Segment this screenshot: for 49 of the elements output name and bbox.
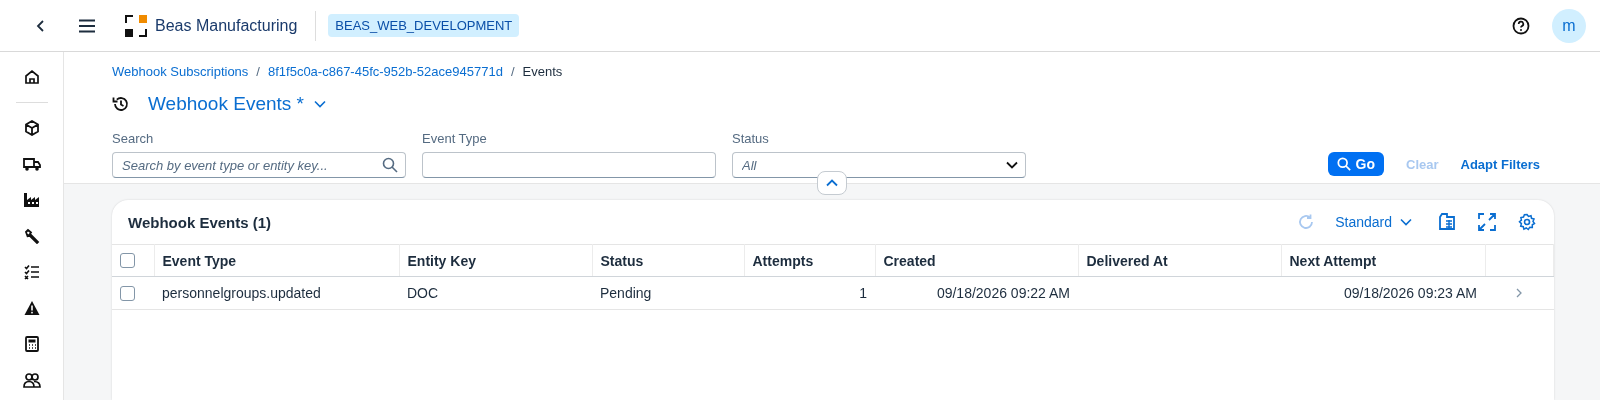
brand-name: Beas Manufacturing — [155, 16, 298, 35]
table-cell: Pending — [600, 285, 652, 301]
input-field[interactable] — [422, 152, 716, 178]
table-cell: 09/18/2026 09:22 AM — [936, 285, 1070, 301]
chevron-right-icon[interactable] — [1516, 288, 1523, 298]
filter-label: Search — [112, 131, 155, 146]
help-icon[interactable] — [1512, 16, 1530, 35]
breadcrumb-link[interactable]: Webhook Subscriptions — [112, 64, 249, 79]
breadcrumb-separator: / — [510, 64, 515, 79]
select-all-checkbox[interactable] — [120, 253, 135, 268]
history-icon[interactable] — [112, 95, 130, 113]
system-badge: BEAS_WEB_DEVELOPMENT — [328, 14, 520, 37]
breadcrumb-link[interactable]: 8f1f5c0a-c867-45fc-952b-52ace945771d — [267, 64, 503, 79]
variant-title-button[interactable]: Webhook Events * — [148, 93, 326, 115]
table-title: Webhook Events (1) — [128, 213, 272, 231]
search-icon[interactable] — [382, 157, 398, 173]
export-icon[interactable] — [1436, 211, 1458, 233]
table-cell: 1 — [859, 285, 867, 301]
settings-icon[interactable] — [1516, 211, 1538, 233]
menu-icon[interactable] — [78, 18, 96, 33]
caret-icon[interactable] — [1400, 218, 1412, 226]
chevron-up-icon[interactable] — [826, 179, 838, 187]
breadcrumb-separator: / — [256, 64, 260, 79]
column-header[interactable]: Next Attempt — [1281, 244, 1485, 277]
filter-label: Event Type — [422, 131, 488, 146]
table-cell: DOC — [407, 285, 439, 301]
variant-button[interactable]: Standard — [1335, 214, 1412, 230]
dropdown-caret-icon[interactable] — [1006, 161, 1018, 169]
filter-label: Status — [732, 131, 770, 146]
column-header[interactable]: Attempts — [744, 244, 875, 277]
row-checkbox[interactable] — [120, 285, 135, 301]
logo-icon — [124, 13, 148, 38]
column-header[interactable]: Event Type — [154, 244, 399, 277]
table-cell: personnelgroups.updated — [162, 285, 321, 301]
column-header[interactable]: Created — [875, 244, 1078, 277]
search-icon[interactable] — [1336, 157, 1351, 171]
filter-link-button[interactable]: Adapt Filters — [1460, 156, 1540, 172]
table-cell: 09/18/2026 09:23 AM — [1343, 285, 1477, 301]
column-header[interactable]: Delivered At — [1078, 244, 1281, 277]
fullscreen-icon[interactable] — [1476, 211, 1498, 233]
search-field[interactable]: Search by event type or entity key... — [112, 152, 406, 178]
go-button[interactable]: Go — [1327, 152, 1384, 176]
column-header[interactable]: Status — [592, 244, 744, 277]
status-select[interactable]: All — [732, 152, 1026, 178]
collapse-button[interactable] — [817, 171, 847, 195]
user-avatar[interactable]: m — [1552, 8, 1586, 43]
column-header[interactable]: Entity Key — [399, 244, 592, 277]
breadcrumb-current: Events — [522, 64, 563, 79]
caret-icon[interactable] — [313, 100, 326, 108]
